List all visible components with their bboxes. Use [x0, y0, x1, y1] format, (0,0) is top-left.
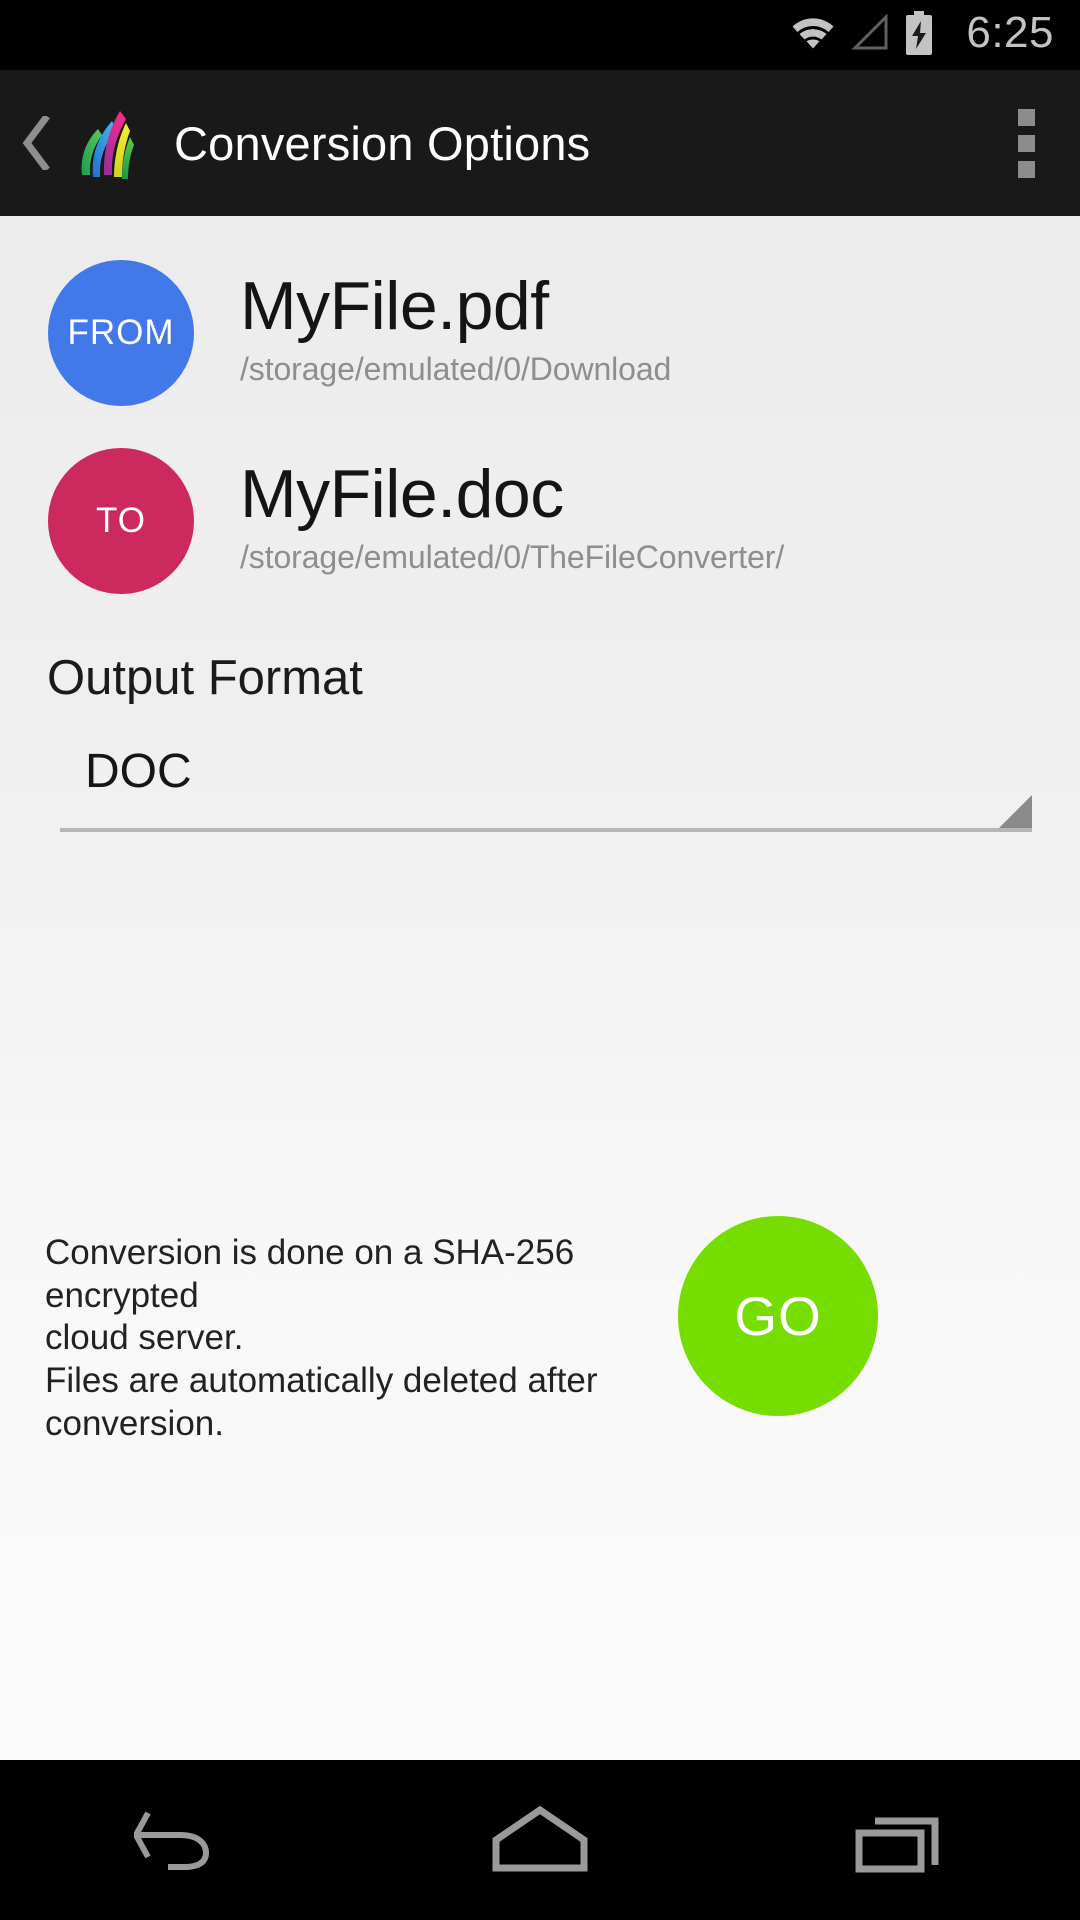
destination-file-name: MyFile.doc: [240, 456, 564, 532]
privacy-note-line: cloud server.: [45, 1318, 244, 1358]
status-bar: 6:25: [0, 0, 1080, 70]
to-badge: TO: [48, 448, 194, 594]
output-format-spinner[interactable]: DOC: [60, 738, 1032, 832]
content-area: FROM MyFile.pdf /storage/emulated/0/Down…: [0, 216, 1080, 1760]
overflow-dot: [1017, 108, 1035, 126]
from-badge: FROM: [48, 260, 194, 406]
nav-back-icon[interactable]: [80, 1760, 280, 1920]
source-file-row[interactable]: FROM MyFile.pdf /storage/emulated/0/Down…: [48, 260, 671, 406]
destination-file-path: /storage/emulated/0/TheFileConverter/: [240, 539, 785, 576]
status-bar-clock: 6:25: [966, 8, 1054, 57]
destination-file-info: MyFile.doc /storage/emulated/0/TheFileCo…: [240, 448, 784, 576]
source-file-info: MyFile.pdf /storage/emulated/0/Download: [240, 260, 671, 388]
destination-file-row[interactable]: TO MyFile.doc /storage/emulated/0/TheFil…: [48, 448, 784, 594]
spinner-underline: [60, 828, 1032, 832]
privacy-note-line: conversion.: [45, 1403, 224, 1443]
privacy-note-line: Files are automatically deleted after: [45, 1361, 598, 1401]
signal-no-service-icon: [850, 13, 890, 56]
source-file-name: MyFile.pdf: [240, 268, 549, 344]
page-title: Conversion Options: [174, 116, 591, 170]
overflow-dot: [1017, 134, 1035, 152]
output-format-value: DOC: [85, 745, 192, 798]
output-format-label: Output Format: [47, 651, 363, 705]
nav-home-icon[interactable]: [440, 1760, 640, 1920]
back-chevron-icon[interactable]: [8, 70, 64, 216]
app-logo-icon: [76, 105, 138, 181]
wifi-icon: [790, 15, 836, 56]
go-button[interactable]: GO: [678, 1216, 878, 1416]
overflow-menu-icon[interactable]: [972, 70, 1080, 216]
app-bar: Conversion Options: [0, 70, 1080, 216]
nav-recents-icon[interactable]: [800, 1760, 1000, 1920]
overflow-dot: [1017, 160, 1035, 178]
privacy-note-line: Conversion is done on a SHA-256 encrypte…: [45, 1233, 575, 1315]
dropdown-triangle-icon: [999, 795, 1032, 828]
phone-screen: 6:25 Conversion Options FROM MyFile.pdf …: [0, 0, 1080, 1920]
status-bar-icons: 6:25: [790, 8, 1054, 60]
navigation-bar: [0, 1760, 1080, 1920]
battery-charging-icon: [904, 10, 934, 60]
privacy-note: Conversion is done on a SHA-256 encrypte…: [45, 1232, 675, 1445]
source-file-path: /storage/emulated/0/Download: [240, 351, 672, 388]
